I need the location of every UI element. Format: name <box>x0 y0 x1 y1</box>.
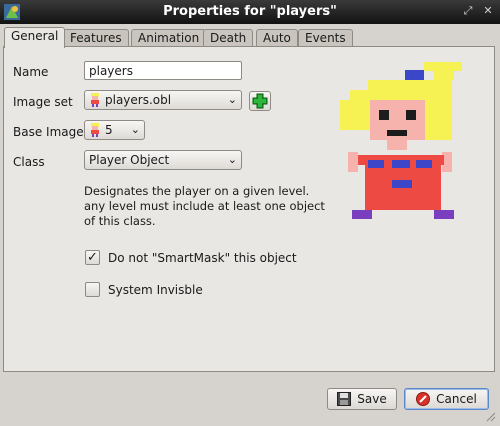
class-description: Designates the player on a given level. … <box>84 184 325 228</box>
add-imageset-button[interactable] <box>249 91 271 111</box>
imageset-value: players.obl <box>105 93 172 107</box>
chevron-down-icon: ⌄ <box>227 153 237 166</box>
cancel-label: Cancel <box>436 392 477 406</box>
baseimage-select[interactable]: 5 ⌄ <box>84 120 145 140</box>
name-label: Name <box>13 65 49 79</box>
close-icon[interactable]: ✕ <box>482 5 494 17</box>
floppy-icon <box>337 392 352 406</box>
save-label: Save <box>357 392 387 406</box>
tab-death[interactable]: Death <box>203 29 254 47</box>
smartmask-checkbox[interactable]: ✓ <box>85 250 100 265</box>
class-select[interactable]: Player Object ⌄ <box>84 150 242 170</box>
tab-general[interactable]: General <box>4 27 66 48</box>
sprite-icon <box>91 123 99 137</box>
sprite-icon <box>91 93 99 107</box>
check-icon: ✓ <box>87 250 98 265</box>
cancel-button[interactable]: Cancel <box>404 388 489 410</box>
title-bar: Properties for "players" ⤢ ✕ <box>0 0 500 24</box>
plus-icon <box>252 93 268 109</box>
baseimage-value: 5 <box>105 123 113 137</box>
class-label: Class <box>13 155 45 169</box>
imageset-select[interactable]: players.obl ⌄ <box>84 90 242 110</box>
window-title: Properties for "players" <box>163 4 337 19</box>
imageset-label: Image set <box>13 95 73 109</box>
class-value: Player Object <box>89 153 170 167</box>
baseimage-label: Base Image <box>13 125 84 139</box>
tab-animation[interactable]: Animation <box>131 29 207 47</box>
restore-icon[interactable]: ⤢ <box>462 5 474 17</box>
resize-grip-icon[interactable] <box>486 412 496 422</box>
sprite-preview <box>340 62 462 219</box>
name-field[interactable]: players <box>84 61 242 80</box>
invisible-checkbox[interactable] <box>85 282 100 297</box>
chevron-down-icon: ⌄ <box>130 123 140 136</box>
save-button[interactable]: Save <box>327 388 397 410</box>
smartmask-label[interactable]: Do not "SmartMask" this object <box>108 251 297 265</box>
tab-auto[interactable]: Auto <box>256 29 298 47</box>
invisible-label[interactable]: System Invisble <box>108 283 203 297</box>
cancel-icon <box>416 392 431 406</box>
tab-events[interactable]: Events <box>298 29 353 47</box>
tab-features[interactable]: Features <box>63 29 129 47</box>
chevron-down-icon: ⌄ <box>227 93 237 106</box>
